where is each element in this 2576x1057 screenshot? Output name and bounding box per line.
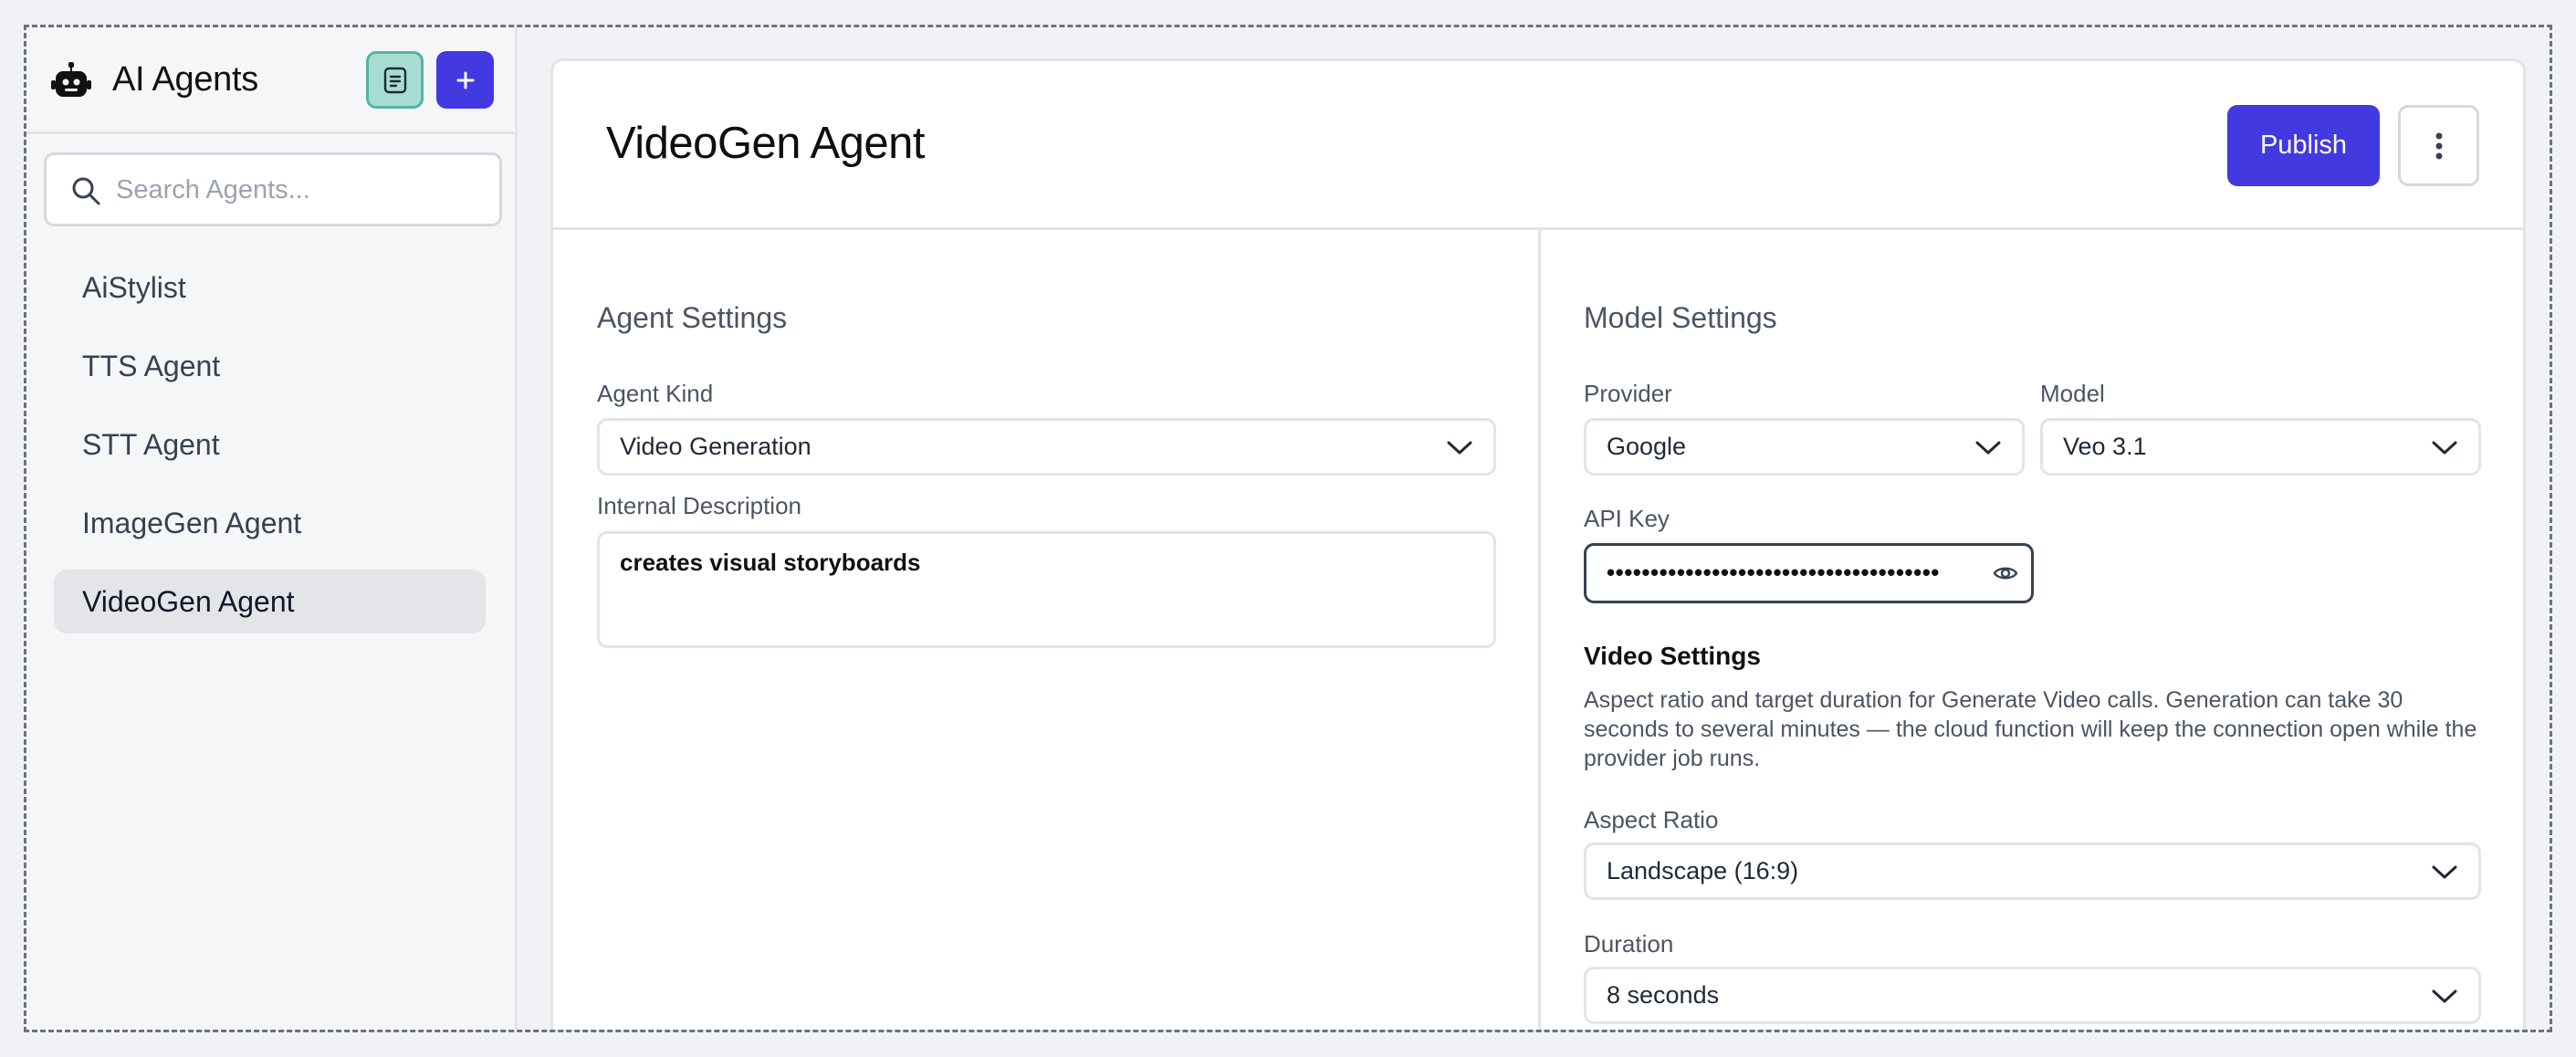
chevron-down-icon [1975, 441, 2001, 455]
model-settings-title: Model Settings [1584, 301, 1777, 334]
agent-kind-label: Agent Kind [597, 380, 714, 407]
publish-button[interactable]: Publish [2227, 105, 2380, 186]
agent-item-stt[interactable]: STT Agent [54, 413, 486, 476]
aspect-ratio-select[interactable]: Landscape (16:9) [1584, 842, 2481, 900]
kebab-icon [2435, 132, 2442, 159]
app-frame: AI Agents Search Agents... AiStylist TTS… [24, 25, 2552, 1032]
agent-item-imagegen[interactable]: ImageGen Agent [54, 491, 486, 555]
agent-settings-title: Agent Settings [597, 301, 788, 334]
panel-header: VideoGen Agent Publish [553, 61, 2523, 230]
sidebar-header: AI Agents [26, 27, 515, 134]
plus-icon [456, 71, 474, 89]
chevron-down-icon [1447, 441, 1472, 455]
duration-label: Duration [1584, 930, 1674, 958]
description-label: Internal Description [597, 492, 801, 519]
api-key-label: API Key [1584, 505, 1670, 532]
search-input[interactable] [116, 164, 481, 215]
description-textarea[interactable]: creates visual storyboards [597, 531, 1496, 648]
search-icon [72, 177, 100, 205]
provider-label: Provider [1584, 380, 1672, 407]
duration-value: 8 seconds [1607, 981, 1720, 1009]
eye-icon[interactable] [1993, 562, 2018, 584]
provider-select[interactable]: Google [1584, 418, 2025, 476]
chevron-down-icon [2432, 865, 2457, 879]
search-box [44, 152, 502, 226]
agent-kind-select[interactable]: Video Generation [597, 418, 1496, 476]
agent-item-aistylist[interactable]: AiStylist [54, 256, 486, 319]
page-title: VideoGen Agent [606, 119, 926, 168]
column-divider [1538, 230, 1541, 1030]
video-settings-help: Aspect ratio and target duration for Gen… [1584, 687, 2477, 771]
model-label: Model [2040, 380, 2105, 407]
sidebar-title: AI Agents [112, 60, 258, 99]
api-key-value: •••••••••••••••••••••••••••••••••••••• [1607, 559, 1940, 586]
robot-icon [51, 62, 91, 97]
model-select[interactable]: Veo 3.1 [2040, 418, 2481, 476]
add-agent-button[interactable] [436, 51, 494, 109]
duration-select[interactable]: 8 seconds [1584, 967, 2481, 1024]
agent-list: AiStylist TTS Agent STT Agent ImageGen A… [54, 256, 486, 648]
agent-item-tts[interactable]: TTS Agent [54, 334, 486, 398]
agent-kind-value: Video Generation [620, 433, 812, 460]
agent-item-videogen[interactable]: VideoGen Agent [54, 570, 486, 633]
model-value: Veo 3.1 [2063, 433, 2147, 460]
provider-value: Google [1607, 433, 1687, 460]
agent-editor-panel: VideoGen Agent Publish Agent Settings Ag… [550, 58, 2526, 1030]
aspect-ratio-value: Landscape (16:9) [1607, 857, 1799, 884]
sidebar: AI Agents Search Agents... AiStylist TTS… [26, 27, 518, 1030]
notes-icon [383, 67, 406, 93]
api-key-input[interactable]: •••••••••••••••••••••••••••••••••••••• [1584, 543, 2034, 603]
chevron-down-icon [2432, 441, 2457, 455]
chevron-down-icon [2432, 989, 2457, 1003]
more-options-button[interactable] [2398, 105, 2479, 186]
video-settings-title: Video Settings [1584, 642, 1761, 670]
notes-button[interactable] [366, 51, 424, 109]
aspect-ratio-label: Aspect Ratio [1584, 806, 1719, 833]
